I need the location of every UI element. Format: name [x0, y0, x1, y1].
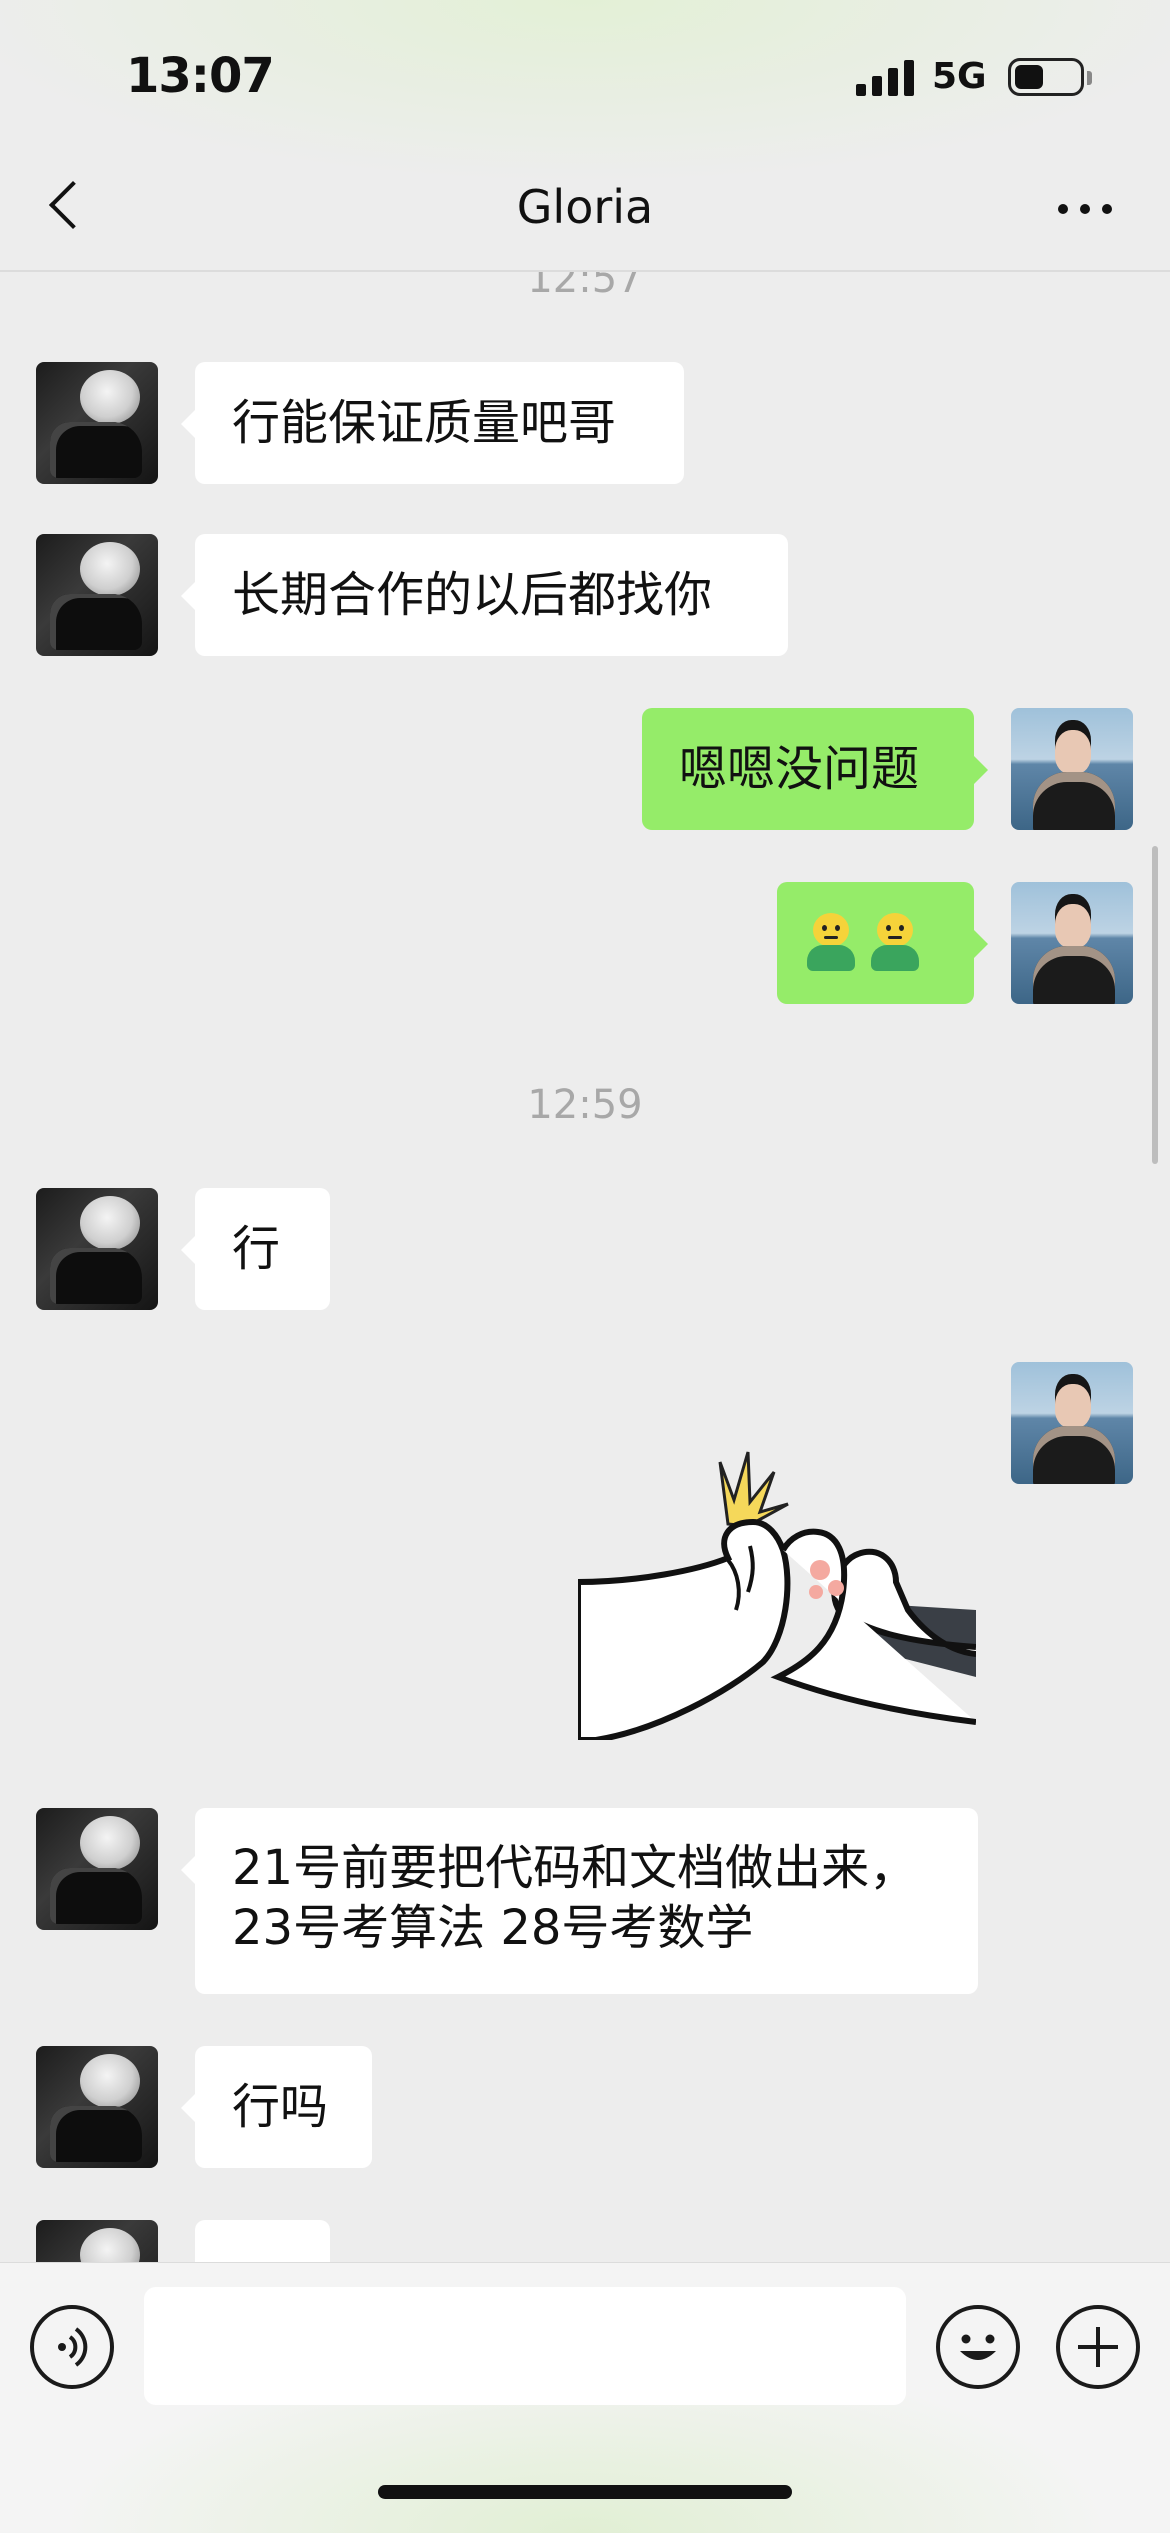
message-text: 长期合作的以后都找你: [232, 567, 713, 623]
avatar-gloria[interactable]: [36, 534, 158, 656]
message-bubble-incoming[interactable]: 长期合作的以后都找你: [181, 534, 788, 656]
scrollbar[interactable]: [1152, 846, 1158, 1164]
avatar-gloria[interactable]: [36, 2220, 158, 2262]
paw-fist-bump-sticker[interactable]: [578, 1442, 976, 1740]
input-bar: [0, 2262, 1170, 2533]
message-text: 行吗: [232, 2079, 329, 2135]
avatar-gloria[interactable]: [36, 1808, 158, 1930]
message-bubble-incoming[interactable]: 行: [181, 1188, 330, 1310]
avatar-me[interactable]: [1011, 708, 1133, 830]
avatar-gloria[interactable]: [36, 1188, 158, 1310]
avatar-me[interactable]: [1011, 1362, 1133, 1484]
message-text: 21号前要把代码和文档做出来， 23号考算法 28号考数学: [232, 1840, 918, 1956]
message-bubble-outgoing[interactable]: 嗯嗯没问题: [642, 708, 988, 830]
message-bubble-incoming[interactable]: 行吗: [181, 2046, 372, 2168]
avatar-me[interactable]: [1011, 882, 1133, 1004]
message-bubble-incoming[interactable]: 21号前要把代码和文档做出来， 23号考算法 28号考数学: [181, 1808, 978, 1994]
hug-emoji-icon: [803, 913, 859, 973]
avatar-gloria[interactable]: [36, 2046, 158, 2168]
message-input[interactable]: [144, 2287, 906, 2405]
voice-icon[interactable]: [30, 2305, 114, 2389]
home-indicator[interactable]: [378, 2485, 792, 2499]
message-text: 行能保证质量吧哥: [232, 395, 617, 451]
message-text: 嗯嗯没问题: [679, 741, 920, 797]
battery-icon: [1008, 58, 1084, 96]
chat-title: Gloria: [516, 180, 654, 234]
plus-icon[interactable]: [1056, 2305, 1140, 2389]
battery-cap: [1087, 71, 1092, 85]
message-bubble-incoming[interactable]: 行能保证质量吧哥: [181, 362, 684, 484]
timestamp: 12:57: [527, 272, 643, 302]
avatar-gloria[interactable]: [36, 362, 158, 484]
smiley-icon[interactable]: [936, 2305, 1020, 2389]
status-time: 13:07: [126, 48, 275, 104]
timestamp: 12:59: [527, 1082, 643, 1128]
top-bar: 13:07 5G Gloria: [0, 0, 1170, 272]
signal-icon: [856, 60, 916, 96]
chat-area[interactable]: 12:57 行能保证质量吧哥 长期合作的以后都找你 嗯嗯没问题 12:59 行: [0, 272, 1170, 2262]
message-text: 行: [232, 1221, 281, 1277]
hug-emoji-icon: [867, 913, 923, 973]
more-dots-icon[interactable]: [1050, 188, 1120, 228]
network-label: 5G: [932, 56, 987, 97]
message-bubble-incoming[interactable]: [195, 2220, 330, 2262]
message-bubble-outgoing[interactable]: [777, 882, 988, 1004]
